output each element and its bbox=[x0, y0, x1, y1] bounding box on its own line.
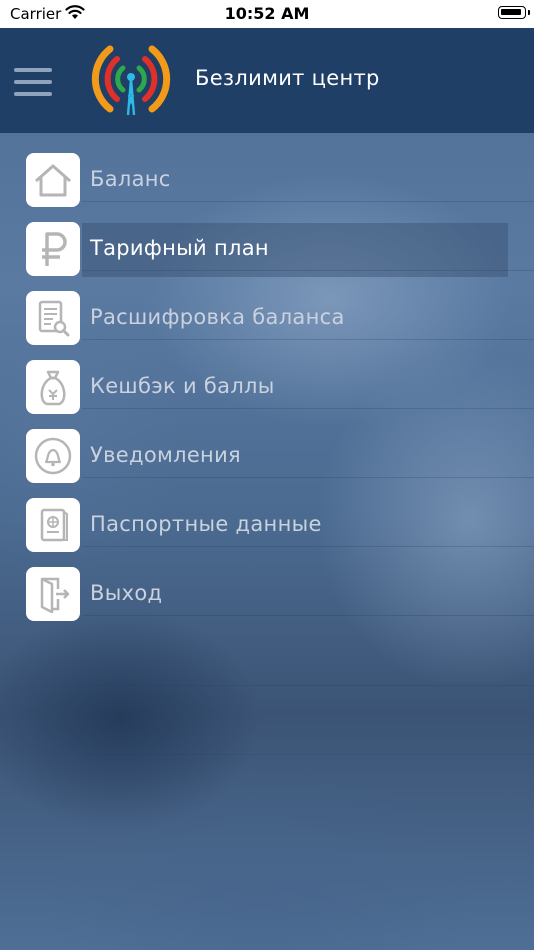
divider bbox=[82, 685, 534, 686]
status-bar: Carrier 10:52 AM bbox=[0, 0, 534, 28]
ruble-icon bbox=[26, 222, 80, 276]
menu-item-label: Уведомления bbox=[90, 443, 241, 467]
menu-item-cashback[interactable]: Кешбэк и баллы bbox=[0, 340, 534, 414]
menu-item-notifications[interactable]: Уведомления bbox=[0, 409, 534, 483]
document-search-icon bbox=[26, 291, 80, 345]
menu-item-label: Тарифный план bbox=[90, 236, 269, 260]
menu-line-icon bbox=[14, 92, 52, 96]
clock-label: 10:52 AM bbox=[224, 4, 310, 23]
menu-line-icon bbox=[14, 68, 52, 72]
battery-nub bbox=[528, 10, 530, 15]
antenna-logo-icon bbox=[88, 43, 174, 117]
menu-line-icon bbox=[14, 80, 52, 84]
divider bbox=[82, 615, 534, 616]
menu-item-balance[interactable]: Баланс bbox=[0, 133, 534, 207]
menu-item-label: Расшифровка баланса bbox=[90, 305, 345, 329]
page-title: Безлимит центр bbox=[195, 66, 380, 90]
hamburger-menu-button[interactable] bbox=[14, 68, 52, 96]
menu-item-logout[interactable]: Выход bbox=[0, 547, 534, 621]
menu-item-balance-details[interactable]: Расшифровка баланса bbox=[0, 271, 534, 345]
menu-item-passport-data[interactable]: Паспортные данные bbox=[0, 478, 534, 552]
money-bag-icon bbox=[26, 360, 80, 414]
menu-item-label: Паспортные данные bbox=[90, 512, 322, 536]
app-header: Безлимит центр bbox=[0, 28, 534, 133]
battery-icon bbox=[498, 6, 526, 19]
bell-icon bbox=[26, 429, 80, 483]
menu-item-label: Выход bbox=[90, 581, 163, 605]
passport-icon bbox=[26, 498, 80, 552]
exit-door-icon bbox=[26, 567, 80, 621]
menu-item-label: Баланс bbox=[90, 167, 171, 191]
menu-item-tariff-plan[interactable]: Тарифный план bbox=[0, 202, 534, 277]
divider bbox=[82, 754, 534, 755]
menu-item-label: Кешбэк и баллы bbox=[90, 374, 275, 398]
home-icon bbox=[26, 153, 80, 207]
